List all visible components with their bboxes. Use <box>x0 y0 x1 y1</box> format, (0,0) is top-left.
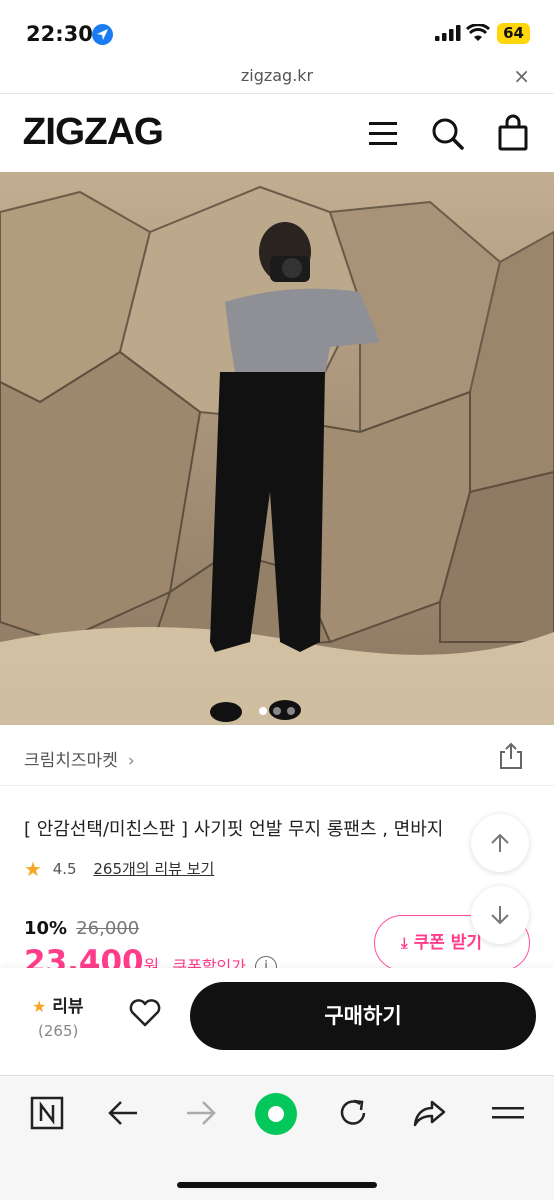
review-count: (265) <box>38 1022 79 1040</box>
heart-icon[interactable] <box>128 998 162 1032</box>
forward-icon[interactable] <box>184 1096 218 1134</box>
arrow-up-icon <box>491 833 509 852</box>
price-row: 10% 26,000 <box>24 918 139 939</box>
rating-score: 4.5 <box>52 860 77 878</box>
location-arrow-icon <box>92 24 113 45</box>
coupon-button-label: 쿠폰 받기 <box>413 933 483 953</box>
product-title: [ 안감선택/미친스판 ] 사기핏 언발 무지 롱팬츠 , 면바지 <box>24 819 444 840</box>
status-time: 22:30 <box>26 22 93 46</box>
store-name-label: 크림치즈마켓 <box>24 751 118 771</box>
chevron-right-icon: › <box>127 751 135 771</box>
star-icon: ★ <box>32 997 47 1016</box>
download-icon: ⤓ <box>401 934 408 952</box>
pager-dot[interactable] <box>273 707 281 715</box>
back-icon[interactable] <box>106 1096 140 1134</box>
store-row[interactable]: 크림치즈마켓 › <box>0 728 554 786</box>
share-icon[interactable] <box>498 742 524 774</box>
green-dot-icon[interactable] <box>254 1092 298 1140</box>
refresh-icon[interactable] <box>336 1096 370 1134</box>
discount-percent: 10% <box>24 918 68 939</box>
close-icon[interactable]: × <box>513 64 530 88</box>
home-indicator <box>177 1182 377 1188</box>
arrow-down-icon <box>491 906 509 925</box>
zigzag-logo[interactable]: ZIGZAG <box>23 111 164 154</box>
bag-icon[interactable] <box>496 113 530 157</box>
purchase-bar: ★ 리뷰 (265) 구매하기 <box>0 968 554 1074</box>
store-name[interactable]: 크림치즈마켓 › <box>24 746 135 771</box>
menu-icon[interactable] <box>366 113 400 157</box>
signal-icon <box>435 25 461 45</box>
wifi-icon <box>465 23 491 46</box>
review-label: 리뷰 <box>52 997 84 1017</box>
hamburger-icon[interactable] <box>490 1096 526 1134</box>
naver-icon[interactable] <box>30 1096 64 1134</box>
review-link[interactable]: 265개의 리뷰 보기 <box>93 860 214 878</box>
buy-button[interactable]: 구매하기 <box>190 982 536 1050</box>
product-rating: ★ 4.5 265개의 리뷰 보기 <box>24 857 214 881</box>
product-image[interactable] <box>0 172 554 725</box>
pager-dot[interactable] <box>287 707 295 715</box>
search-icon[interactable] <box>430 113 466 157</box>
url-text[interactable]: zigzag.kr <box>0 66 554 85</box>
scroll-down-button[interactable] <box>471 886 529 944</box>
image-pager-dots <box>0 700 554 719</box>
review-summary[interactable]: ★ 리뷰 <box>32 992 84 1017</box>
pager-dot[interactable] <box>259 707 267 715</box>
share-arrow-icon[interactable] <box>412 1096 448 1134</box>
battery-indicator: 64 <box>497 23 530 44</box>
status-bar: 22:30 64 <box>0 0 554 66</box>
scroll-up-button[interactable] <box>471 814 529 872</box>
star-icon: ★ <box>24 857 42 881</box>
site-header: ZIGZAG <box>0 95 554 172</box>
url-bar[interactable]: zigzag.kr × <box>0 62 554 94</box>
original-price: 26,000 <box>76 918 140 939</box>
